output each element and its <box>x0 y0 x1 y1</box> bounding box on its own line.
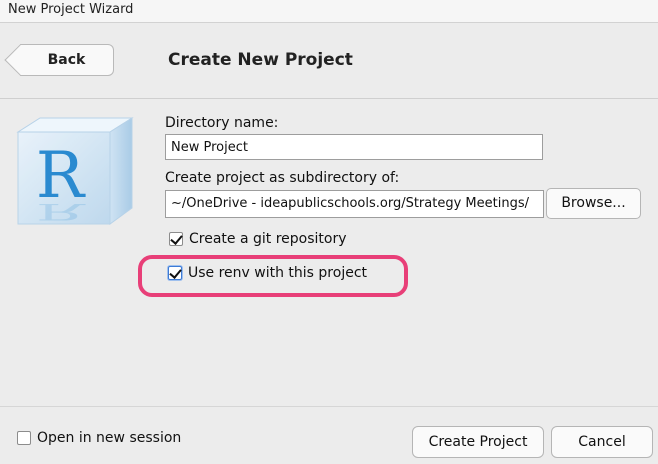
footer-divider <box>0 406 658 407</box>
new-session-label: Open in new session <box>37 430 182 446</box>
title-bar: New Project Wizard <box>0 0 658 23</box>
window-title: New Project Wizard <box>8 2 134 17</box>
header-divider <box>0 98 658 99</box>
create-project-button[interactable]: Create Project <box>412 426 544 458</box>
browse-button[interactable]: Browse... <box>546 188 641 219</box>
back-button-label: Back <box>47 52 86 68</box>
git-repo-checkbox[interactable] <box>169 232 183 246</box>
new-session-checkbox-row[interactable]: Open in new session <box>17 430 181 446</box>
page-title: Create New Project <box>168 50 353 70</box>
directory-name-label: Directory name: <box>165 115 279 131</box>
renv-label: Use renv with this project <box>188 265 368 281</box>
cancel-button[interactable]: Cancel <box>551 426 653 458</box>
svg-text:R: R <box>36 198 87 224</box>
git-repo-checkbox-row[interactable]: Create a git repository <box>169 231 347 247</box>
subdirectory-label: Create project as subdirectory of: <box>165 170 400 186</box>
new-session-checkbox[interactable] <box>17 431 31 445</box>
renv-checkbox[interactable] <box>168 266 182 280</box>
renv-checkbox-row[interactable]: Use renv with this project <box>168 265 367 281</box>
directory-name-input[interactable] <box>165 134 543 160</box>
back-button[interactable]: Back <box>20 44 114 76</box>
r-logo-icon: R R <box>16 117 134 225</box>
git-repo-label: Create a git repository <box>189 231 347 247</box>
subdirectory-field[interactable]: ~/OneDrive - ideapublicschools.org/Strat… <box>165 190 544 218</box>
